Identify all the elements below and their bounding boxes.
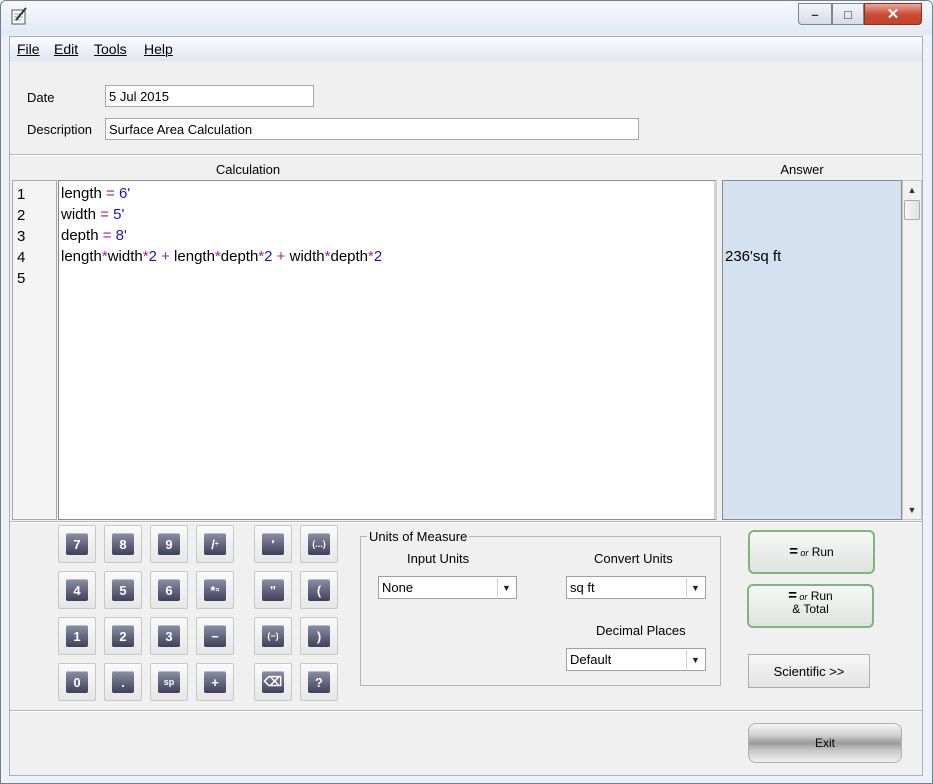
description-field[interactable]: Surface Area Calculation (105, 118, 639, 140)
scroll-up-icon[interactable]: ▲ (903, 181, 921, 199)
line-number-gutter: 1 2 3 4 5 (12, 180, 57, 520)
decimal-places-label: Decimal Places (596, 623, 686, 638)
convert-units-label: Convert Units (594, 551, 673, 566)
line-number: 2 (17, 207, 26, 224)
input-units-label: Input Units (407, 551, 470, 566)
scroll-thumb[interactable] (904, 200, 920, 220)
answer-line: 236'sq ft (725, 248, 782, 265)
chevron-down-icon: ▼ (686, 650, 704, 669)
key-7[interactable]: 7 (58, 525, 96, 563)
divider (10, 154, 922, 156)
code-line: depth = 8' (61, 227, 127, 244)
key-0[interactable]: 0 (58, 663, 96, 701)
line-number: 3 (17, 228, 26, 245)
key-minus[interactable]: − (196, 617, 234, 655)
run-button[interactable]: = or Run (748, 530, 875, 574)
chevron-down-icon: ▼ (686, 578, 704, 597)
key-multiply[interactable]: * × (196, 571, 234, 609)
answer-header: Answer (780, 162, 824, 177)
divider (10, 521, 922, 523)
help-icon: ? (308, 671, 330, 693)
run-total-button[interactable]: = or Run & Total (747, 584, 874, 628)
calculation-editor[interactable]: length = 6' width = 5' depth = 8' length… (58, 180, 717, 520)
calculation-header: Calculation (215, 162, 281, 177)
menu-bar: File Edit Tools Help (10, 37, 922, 61)
close-button[interactable]: ✕ (864, 3, 922, 25)
key-space[interactable]: sp (150, 663, 188, 701)
code-line: length = 6' (61, 185, 131, 202)
divider (10, 710, 922, 712)
vertical-scrollbar[interactable]: ▲ ▼ (902, 180, 922, 520)
menu-file[interactable]: File (17, 41, 40, 57)
key-8[interactable]: 8 (104, 525, 142, 563)
exit-button[interactable]: Exit (748, 723, 902, 763)
backspace-icon: ⌫ (262, 671, 284, 693)
key-3[interactable]: 3 (150, 617, 188, 655)
key-paren-group[interactable]: (...) (300, 525, 338, 563)
key-feet[interactable]: ′ (254, 525, 292, 563)
maximize-icon: □ (844, 6, 852, 22)
menu-tools[interactable]: Tools (94, 41, 127, 57)
key-inch[interactable]: " (254, 571, 292, 609)
key-help[interactable]: ? (300, 663, 338, 701)
menu-edit[interactable]: Edit (54, 41, 78, 57)
notepad-app-icon (11, 7, 27, 25)
key-9[interactable]: 9 (150, 525, 188, 563)
menu-help[interactable]: Help (144, 41, 173, 57)
code-line: width = 5' (61, 206, 125, 223)
answer-panel: 236'sq ft (722, 180, 902, 520)
scientific-button[interactable]: Scientific >> (748, 654, 870, 688)
key-5[interactable]: 5 (104, 571, 142, 609)
key-1[interactable]: 1 (58, 617, 96, 655)
key-left-paren[interactable]: ( (300, 571, 338, 609)
description-label: Description (27, 122, 93, 137)
line-number: 4 (17, 249, 26, 266)
convert-units-select[interactable]: sq ft ▼ (566, 576, 706, 599)
units-group-title: Units of Measure (367, 529, 470, 544)
key-right-paren[interactable]: ) (300, 617, 338, 655)
title-bar[interactable]: – □ ✕ (1, 1, 932, 35)
input-units-select[interactable]: None ▼ (378, 576, 517, 599)
close-icon: ✕ (886, 6, 900, 23)
chevron-down-icon: ▼ (497, 578, 515, 597)
key-negate[interactable]: (−) (254, 617, 292, 655)
date-field[interactable]: 5 Jul 2015 (105, 85, 314, 107)
date-label: Date (27, 90, 55, 105)
key-decimal[interactable]: . (104, 663, 142, 701)
code-line: length*width*2 + length*depth*2 + width*… (61, 248, 383, 265)
app-window: – □ ✕ File Edit Tools Help Date 5 Jul 20… (0, 0, 933, 784)
minimize-icon: – (811, 6, 819, 22)
key-6[interactable]: 6 (150, 571, 188, 609)
line-number: 1 (17, 186, 26, 203)
key-plus[interactable]: + (196, 663, 234, 701)
units-of-measure-group: Units of Measure Input Units None ▼ Conv… (360, 529, 721, 686)
client-area: File Edit Tools Help Date 5 Jul 2015 Des… (9, 36, 923, 776)
line-number: 5 (17, 270, 26, 287)
key-2[interactable]: 2 (104, 617, 142, 655)
decimal-places-select[interactable]: Default ▼ (566, 648, 706, 671)
key-4[interactable]: 4 (58, 571, 96, 609)
minimize-button[interactable]: – (798, 3, 832, 25)
scroll-down-icon[interactable]: ▼ (903, 501, 921, 519)
key-divide[interactable]: / ÷ (196, 525, 234, 563)
maximize-button[interactable]: □ (832, 3, 864, 25)
key-backspace[interactable]: ⌫ (254, 663, 292, 701)
